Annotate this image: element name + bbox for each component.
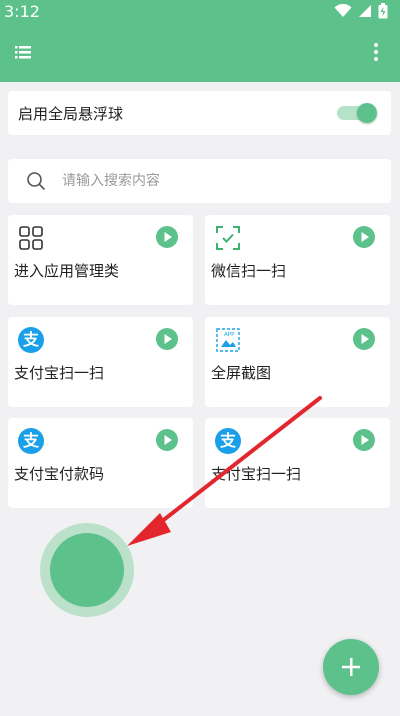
alipay-icon: 支 xyxy=(18,327,44,353)
play-icon[interactable] xyxy=(156,226,178,248)
more-options-button[interactable] xyxy=(364,40,388,64)
svg-text:APP: APP xyxy=(224,332,235,338)
menu-button[interactable] xyxy=(12,40,36,64)
signal-icon xyxy=(359,5,371,17)
tile-label: 进入应用管理类 xyxy=(14,262,120,280)
status-time: 3:12 xyxy=(4,2,40,21)
tile-label: 全屏截图 xyxy=(211,364,272,382)
tile-label: 支付宝扫一扫 xyxy=(211,465,302,483)
wifi-icon xyxy=(334,4,352,17)
search-input[interactable] xyxy=(62,169,372,193)
tile-label: 支付宝扫一扫 xyxy=(14,364,105,382)
tile-label: 微信扫一扫 xyxy=(211,262,287,280)
status-icons xyxy=(334,3,388,19)
list-menu-icon xyxy=(15,46,31,59)
switch-thumb xyxy=(357,103,377,123)
shortcut-tile-app-management[interactable]: 进入应用管理类 xyxy=(8,215,193,305)
tile-label: 支付宝付款码 xyxy=(14,465,105,483)
alipay-icon: 支 xyxy=(215,428,241,454)
plus-icon xyxy=(342,658,360,676)
search-icon xyxy=(27,172,45,190)
play-icon[interactable] xyxy=(353,226,375,248)
shortcut-tile-wechat-scan[interactable]: 微信扫一扫 xyxy=(205,215,390,305)
shortcut-tile-alipay-pay-code[interactable]: 支 支付宝付款码 xyxy=(8,418,193,508)
shortcut-tile-alipay-scan-2[interactable]: 支 支付宝扫一扫 xyxy=(205,418,390,508)
play-icon[interactable] xyxy=(353,429,375,451)
play-icon[interactable] xyxy=(156,328,178,350)
floating-ball-switch[interactable] xyxy=(337,103,377,123)
scan-icon xyxy=(216,226,240,250)
search-bar xyxy=(8,159,391,203)
floating-ball[interactable] xyxy=(50,533,124,607)
play-icon[interactable] xyxy=(353,328,375,350)
status-bar: 3:12 xyxy=(0,0,400,24)
add-shortcut-button[interactable] xyxy=(323,639,379,695)
shortcut-tile-alipay-scan[interactable]: 支 支付宝扫一扫 xyxy=(8,317,193,407)
screenshot-icon: APP xyxy=(216,328,240,352)
floating-ball-toggle-label: 启用全局悬浮球 xyxy=(18,105,124,123)
play-icon[interactable] xyxy=(156,429,178,451)
more-vertical-icon xyxy=(374,43,378,61)
alipay-icon: 支 xyxy=(18,428,44,454)
grid-icon xyxy=(19,226,43,250)
floating-ball-toggle-card: 启用全局悬浮球 xyxy=(8,91,391,135)
shortcut-tile-fullscreen-screenshot[interactable]: APP 全屏截图 xyxy=(205,317,390,407)
battery-icon xyxy=(378,3,388,19)
